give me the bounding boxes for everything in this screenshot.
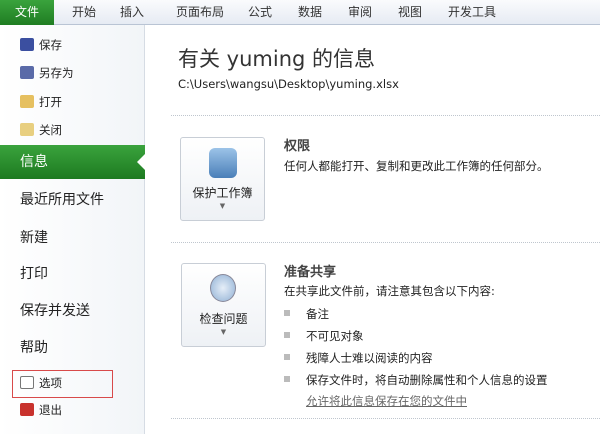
protect-workbook-button[interactable]: 保护工作簿 ▼ [180,137,265,221]
lock-key-icon [209,148,237,178]
menu-save-send[interactable]: 保存并发送 [20,296,90,326]
open-folder-icon [20,95,34,108]
menu-label: 打开 [39,95,62,109]
dropdown-arrow-icon: ▼ [219,202,226,210]
tab-file[interactable]: 文件 [0,0,54,25]
menu-label: 选项 [39,376,62,390]
save-icon [20,38,34,51]
check-issues-button[interactable]: 检查问题 ▼ [181,263,266,347]
prepare-heading: 准备共享 [284,265,337,280]
inspect-document-icon [210,274,236,302]
prepare-desc: 在共享此文件前，请注意其包含以下内容: [284,284,495,298]
menu-info[interactable]: 信息 [0,145,145,179]
menu-new[interactable]: 新建 [20,223,48,253]
menu-save[interactable]: 保存 [20,35,62,55]
button-label: 检查问题 [199,312,248,326]
ribbon-tabs: 文件 开始 插入 页面布局 公式 数据 审阅 视图 开发工具 [0,0,600,25]
divider [171,418,600,419]
options-icon [20,376,34,389]
list-item: 不可见对象 [284,328,364,344]
menu-save-as[interactable]: 另存为 [20,63,74,83]
permissions-heading: 权限 [284,139,311,154]
tab-data[interactable]: 数据 [292,0,328,25]
dropdown-arrow-icon: ▼ [220,328,227,336]
menu-label: 退出 [39,403,62,417]
save-as-icon [20,66,34,79]
tab-insert[interactable]: 插入 [112,0,152,25]
permissions-desc: 任何人都能打开、复制和更改此工作簿的任何部分。 [284,159,549,173]
exit-icon [20,403,34,416]
menu-close[interactable]: 关闭 [20,120,62,140]
menu-label: 保存 [39,38,62,52]
allow-save-info-link[interactable]: 允许将此信息保存在您的文件中 [306,393,467,409]
menu-open[interactable]: 打开 [20,92,62,112]
tab-developer[interactable]: 开发工具 [440,0,504,25]
menu-print[interactable]: 打印 [20,259,48,289]
menu-label: 关闭 [39,123,62,137]
divider [171,242,600,243]
menu-label: 另存为 [39,66,74,80]
tab-formulas[interactable]: 公式 [242,0,278,25]
menu-recent[interactable]: 最近所用文件 [20,185,104,215]
info-panel: 有关 yuming 的信息 C:\Users\wangsu\Desktop\yu… [146,25,600,434]
tab-home[interactable]: 开始 [64,0,104,25]
list-item: 备注 [284,306,329,322]
menu-options[interactable]: 选项 [20,373,62,393]
tab-view[interactable]: 视图 [392,0,428,25]
list-item: 保存文件时，将自动删除属性和个人信息的设置 [284,372,548,388]
tab-review[interactable]: 审阅 [342,0,378,25]
divider [171,115,600,116]
button-label: 保护工作簿 [192,186,253,200]
close-folder-icon [20,123,34,136]
list-item: 残障人士难以阅读的内容 [284,350,433,366]
menu-help[interactable]: 帮助 [20,333,48,363]
menu-exit[interactable]: 退出 [20,400,62,420]
tab-page-layout[interactable]: 页面布局 [168,0,232,25]
page-title: 有关 yuming 的信息 [178,47,376,71]
file-path: C:\Users\wangsu\Desktop\yuming.xlsx [178,77,399,91]
